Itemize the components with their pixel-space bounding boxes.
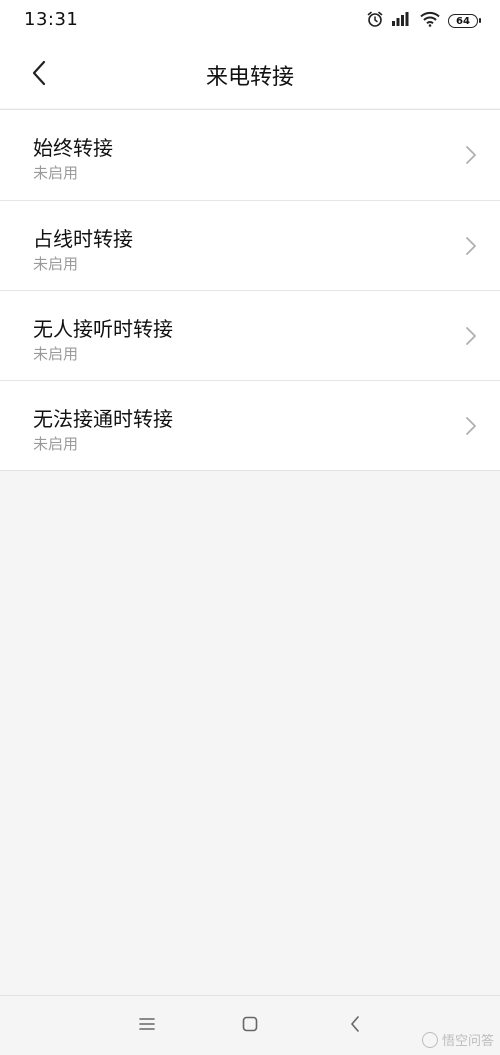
alarm-icon (366, 10, 384, 32)
chevron-right-icon (464, 415, 478, 437)
watermark-text: 悟空问答 (441, 1034, 494, 1049)
menu-icon (138, 1016, 156, 1036)
menu-button[interactable] (135, 1014, 159, 1038)
item-status: 未启用 (33, 255, 79, 273)
item-title: 无法接通时转接 (33, 407, 173, 431)
item-status: 未启用 (33, 345, 79, 363)
header-bar: 来电转接 (0, 42, 500, 108)
status-bar: 13:31 64 (0, 0, 500, 42)
wifi-icon (420, 11, 440, 31)
item-title: 始终转接 (33, 136, 113, 160)
chevron-right-icon (464, 325, 478, 347)
home-button[interactable] (238, 1014, 262, 1038)
chevron-right-icon (464, 144, 478, 166)
battery-icon: 64 (448, 14, 481, 28)
item-status: 未启用 (33, 435, 79, 453)
list-item-busy-forward[interactable]: 占线时转接 未启用 (0, 200, 500, 290)
home-square-icon (241, 1015, 259, 1037)
watermark: 悟空问答 (421, 1030, 494, 1049)
list-item-unreachable-forward[interactable]: 无法接通时转接 未启用 (0, 380, 500, 470)
list-item-no-answer-forward[interactable]: 无人接听时转接 未启用 (0, 290, 500, 380)
item-title: 无人接听时转接 (33, 317, 173, 341)
back-nav-button[interactable] (343, 1014, 367, 1038)
watermark-logo-icon (421, 1031, 438, 1048)
status-time: 13:31 (24, 9, 79, 30)
item-status: 未启用 (33, 164, 79, 182)
forwarding-options-list: 始终转接 未启用 占线时转接 未启用 无人接听时转接 未启用 无法接通时转接 未… (0, 109, 500, 471)
signal-icon (392, 11, 412, 31)
chevron-right-icon (464, 235, 478, 257)
status-icons: 64 (366, 10, 481, 32)
list-item-always-forward[interactable]: 始终转接 未启用 (0, 110, 500, 200)
page-title: 来电转接 (205, 65, 294, 90)
item-title: 占线时转接 (33, 227, 133, 251)
back-chevron-icon (349, 1015, 361, 1037)
